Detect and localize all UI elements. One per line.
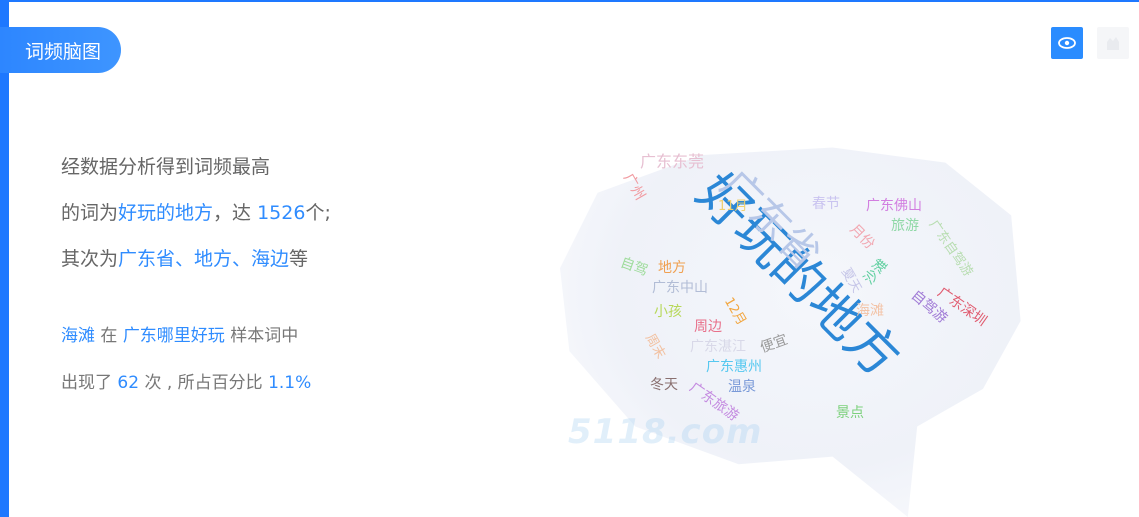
cloud-word: 广东佛山 xyxy=(866,198,922,214)
cloud-word: 冬天 xyxy=(650,377,678,393)
sample-percent: 1.1% xyxy=(268,373,312,393)
eye-icon xyxy=(1058,37,1076,49)
cloud-word: 广东中山 xyxy=(652,280,708,296)
sample-line-2: 出现了 62 次 , 所占百分比 1.1% xyxy=(61,373,312,393)
summary-line-3: 其次为广东省、地方、海边等 xyxy=(61,248,309,270)
cloud-word: 小孩 xyxy=(654,304,682,320)
cloud-word: 周边 xyxy=(694,319,722,335)
cloud-word: 广东湛江 xyxy=(690,339,746,355)
view-button[interactable] xyxy=(1051,27,1083,59)
sample-word: 海滩 xyxy=(61,326,95,346)
cloud-word: 广东东莞 xyxy=(640,152,705,171)
word-cloud: 5118.com 好玩的地方 广东省 广东东莞 广州 春节 广东佛山 旅游 月份… xyxy=(560,140,1030,517)
tab-word-frequency-map[interactable]: 词频脑图 xyxy=(0,27,121,73)
cloud-word: 广东惠州 xyxy=(706,359,762,375)
top-border xyxy=(0,0,1139,2)
sample-phrase: 广东哪里好玩 xyxy=(122,326,225,346)
top-word: 好玩的地方 xyxy=(118,202,214,224)
cloud-icon xyxy=(1107,37,1119,50)
cloud-word: 地方 xyxy=(658,260,686,276)
tab-label: 词频脑图 xyxy=(25,40,102,63)
cloud-word: 11月 xyxy=(718,199,748,214)
cloud-word: 海滩 xyxy=(856,303,884,319)
secondary-words: 广东省、地方、海边 xyxy=(118,248,290,270)
cloud-word: 旅游 xyxy=(891,218,919,234)
cloud-word: 春节 xyxy=(812,196,840,212)
cloud-button[interactable] xyxy=(1097,27,1129,59)
cloud-word: 温泉 xyxy=(728,379,756,395)
summary-line-2: 的词为好玩的地方，达 1526个; xyxy=(61,202,331,224)
summary-line-1: 经数据分析得到词频最高 xyxy=(61,156,271,178)
left-accent-bar xyxy=(0,0,9,517)
top-word-count: 1526 xyxy=(257,202,306,224)
sample-times: 62 xyxy=(117,373,140,393)
sample-line-1: 海滩 在 广东哪里好玩 样本词中 xyxy=(61,326,299,346)
cloud-word: 景点 xyxy=(836,405,864,421)
